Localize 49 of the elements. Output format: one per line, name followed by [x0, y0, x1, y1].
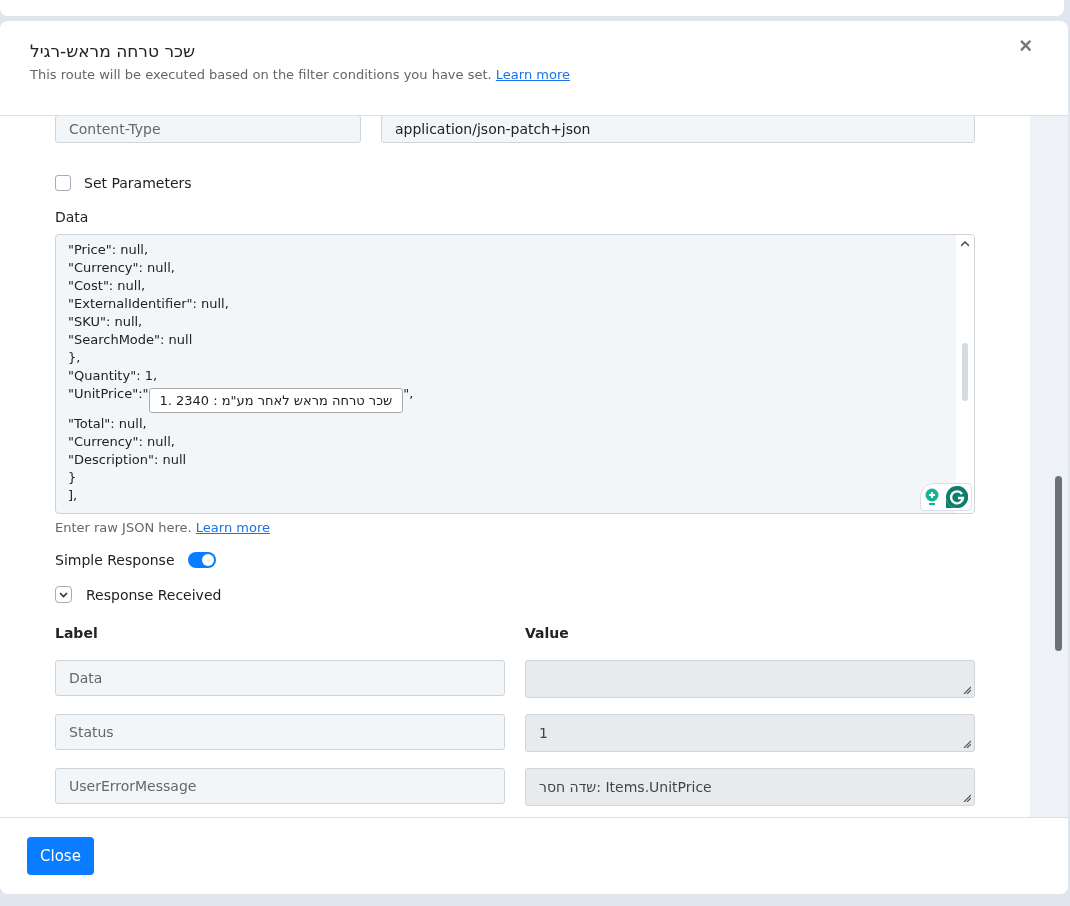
code-line: "Cost": null,	[68, 277, 146, 295]
label-field[interactable]: Status	[55, 714, 505, 750]
code-line: "ExternalIdentifier": null,	[68, 295, 229, 313]
data-label: Data	[55, 209, 90, 225]
code-line: },	[68, 349, 81, 367]
column-header: Value	[525, 625, 570, 641]
header-key-field[interactable]: Content-Type	[55, 116, 361, 143]
lightbulb-icon[interactable]	[924, 488, 939, 506]
code-line: }	[68, 469, 77, 487]
resize-grip-icon[interactable]	[963, 794, 971, 802]
close-button[interactable]: Close	[27, 837, 94, 875]
modal-title: שכר טרחה מראש-רגיל	[30, 41, 196, 61]
code-line: "Quantity": 1,	[68, 367, 158, 385]
learn-more-link[interactable]: Learn more	[495, 67, 570, 82]
code-line: "Total": null,	[68, 415, 147, 433]
set-parameters-checkbox[interactable]	[55, 175, 71, 191]
modal-subtitle: This route will be executed based on the filter conditions you have set. Learn more	[30, 67, 570, 82]
column-header: Label	[55, 625, 99, 641]
chevron-icon	[59, 591, 68, 598]
scroll-up-icon[interactable]	[961, 241, 969, 247]
code-line: "SKU": null,	[68, 313, 143, 331]
value-field[interactable]: שדה חסר: Items.UnitPrice	[525, 768, 975, 806]
learn-more-link[interactable]: Learn more	[195, 520, 270, 535]
code-line: "Price": null,	[68, 241, 149, 259]
code-line: "SearchMode": null	[68, 331, 193, 349]
code-line: ",	[403, 385, 414, 403]
code-line: "Description": null	[68, 451, 187, 469]
label-field[interactable]: UserErrorMessage	[55, 768, 505, 804]
code-line: ],	[68, 487, 78, 505]
assistant-badge[interactable]	[920, 483, 972, 511]
json-hint: Enter raw JSON here. Learn more	[55, 520, 271, 535]
value-field[interactable]	[525, 660, 975, 698]
g-logo-icon[interactable]	[945, 486, 968, 508]
response-received-label: Response Received	[86, 586, 222, 603]
code-line: "Currency": null,	[68, 259, 175, 277]
value-field[interactable]: 1	[525, 714, 975, 752]
code-line: "Currency": null,	[68, 433, 175, 451]
resize-grip-icon[interactable]	[963, 740, 971, 748]
editor-scrollbar[interactable]	[956, 235, 974, 513]
simple-response-toggle[interactable]	[187, 552, 216, 568]
set-parameters-label: Set Parameters	[84, 175, 192, 191]
simple-response-label: Simple Response	[55, 552, 175, 568]
expand-toggle[interactable]	[55, 586, 72, 603]
inline-value-field[interactable]: שכר טרחה מראש לאחר מע"מ : 2340 .1	[148, 387, 404, 413]
resize-grip-icon[interactable]	[963, 686, 971, 694]
code-line: "UnitPrice":"	[68, 385, 149, 403]
header-value-field[interactable]: application/json-patch+json	[381, 116, 975, 143]
close-button[interactable]: ×	[1013, 33, 1038, 59]
label-field[interactable]: Data	[55, 660, 505, 696]
